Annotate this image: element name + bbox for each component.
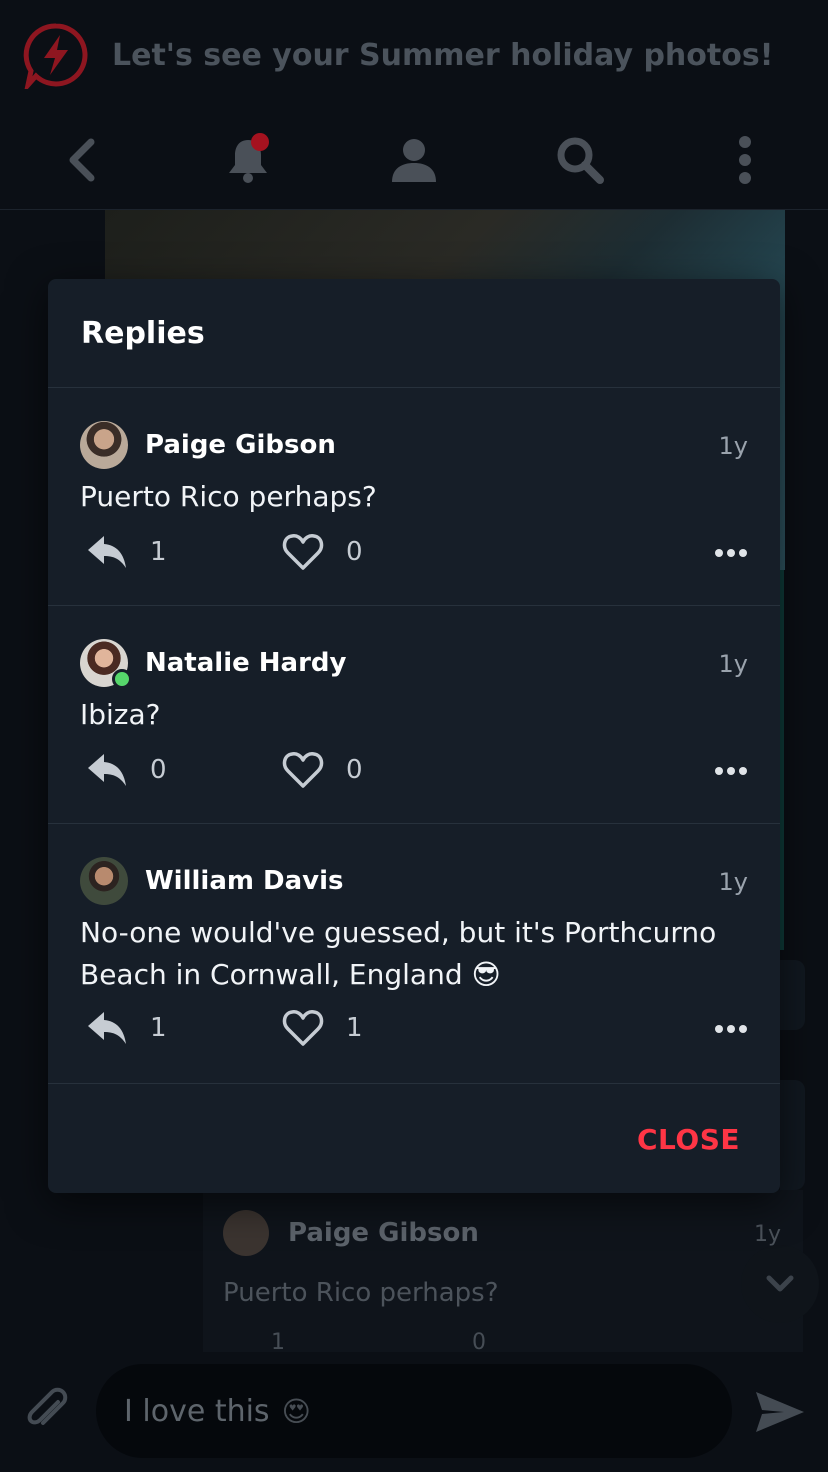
scroll-down-button[interactable] — [741, 1245, 819, 1323]
reply-time: 1y — [718, 432, 748, 460]
sunglasses-emoji: 😎 — [471, 958, 501, 991]
modal-header: Replies — [48, 279, 780, 388]
close-button[interactable]: CLOSE — [637, 1123, 740, 1156]
reply-time: 1y — [718, 868, 748, 896]
more-horizontal-icon[interactable] — [714, 756, 748, 786]
reply-button[interactable]: 1 — [86, 1008, 167, 1048]
avatar[interactable] — [80, 639, 132, 689]
avatar[interactable] — [80, 421, 128, 469]
app-logo-icon — [23, 23, 88, 89]
reply-time: 1y — [753, 1222, 781, 1247]
like-button[interactable]: 1 — [282, 1008, 363, 1048]
reply-item: William Davis 1y No-one would've guessed… — [48, 824, 780, 1084]
background-card — [780, 960, 805, 1030]
reply-item: Natalie Hardy 1y Ibiza? 0 0 — [48, 606, 780, 824]
replies-modal: Replies Paige Gibson 1y Puerto Rico perh… — [48, 279, 780, 1193]
reply-author[interactable]: Natalie Hardy — [145, 648, 346, 678]
more-horizontal-icon[interactable] — [714, 1014, 748, 1044]
reply-arrow-icon — [88, 1012, 126, 1044]
message-input[interactable]: I love this 😍 — [96, 1364, 732, 1458]
like-count: 0 — [346, 755, 363, 785]
profile-button[interactable] — [379, 125, 449, 195]
topic-header: Let's see your Summer holiday photos! — [0, 0, 828, 110]
reply-header: William Davis 1y — [80, 824, 748, 938]
heart-icon — [282, 534, 324, 570]
reply-count: 1 — [150, 537, 167, 567]
like-count: 0 — [346, 537, 363, 567]
online-status-indicator — [112, 669, 132, 689]
profile-icon — [391, 138, 436, 182]
more-options-button[interactable] — [710, 125, 780, 195]
heart-icon — [282, 752, 324, 788]
send-icon[interactable] — [752, 1388, 808, 1436]
like-count: 1 — [346, 1013, 363, 1043]
search-button[interactable] — [545, 125, 615, 195]
reply-author[interactable]: William Davis — [145, 866, 343, 896]
heart-icon — [282, 1010, 324, 1046]
navbar — [0, 110, 828, 210]
reply-author[interactable]: Paige Gibson — [145, 430, 336, 460]
like-button[interactable]: 0 — [282, 750, 363, 790]
reply-button[interactable]: 0 — [86, 750, 167, 790]
reply-header: Paige Gibson 1y — [80, 388, 748, 502]
reply-actions: 1 1 — [80, 996, 748, 1086]
reply-actions: 0 0 — [80, 736, 748, 826]
message-composer: I love this 😍 — [0, 1352, 828, 1472]
back-icon — [69, 138, 95, 181]
background-card — [780, 1080, 805, 1190]
avatar[interactable] — [80, 857, 128, 905]
reply-button[interactable]: 1 — [86, 532, 167, 572]
like-button[interactable]: 0 — [282, 532, 363, 572]
message-text: I love this — [124, 1393, 270, 1429]
reply-text: Puerto Rico perhaps? — [223, 1278, 499, 1308]
notification-badge — [251, 132, 270, 151]
reply-author: Paige Gibson — [288, 1218, 479, 1248]
chevron-down-icon — [766, 1275, 794, 1292]
heart-eyes-emoji: 😍 — [281, 1394, 311, 1428]
post-photo-edge — [780, 570, 784, 950]
more-horizontal-icon[interactable] — [714, 538, 748, 568]
modal-title: Replies — [81, 315, 205, 351]
background-reply: Paige Gibson 1y Puerto Rico perhaps? 1 0 — [203, 1190, 803, 1355]
reply-actions: 1 0 — [80, 518, 748, 608]
modal-footer: CLOSE — [48, 1085, 780, 1193]
reply-count: 0 — [150, 755, 167, 785]
more-vertical-icon — [739, 135, 752, 184]
reply-item: Paige Gibson 1y Puerto Rico perhaps? 1 0 — [48, 388, 780, 606]
paperclip-icon[interactable] — [22, 1386, 72, 1436]
reply-arrow-icon — [88, 536, 126, 568]
reply-time: 1y — [718, 650, 748, 678]
reply-header: Natalie Hardy 1y — [80, 606, 748, 720]
avatar — [223, 1210, 269, 1256]
reply-arrow-icon — [88, 754, 126, 786]
reply-count: 1 — [150, 1013, 167, 1043]
notifications-button[interactable] — [213, 125, 283, 195]
search-icon — [557, 137, 604, 184]
topic-title: Let's see your Summer holiday photos! — [112, 37, 774, 73]
back-button[interactable] — [48, 125, 118, 195]
